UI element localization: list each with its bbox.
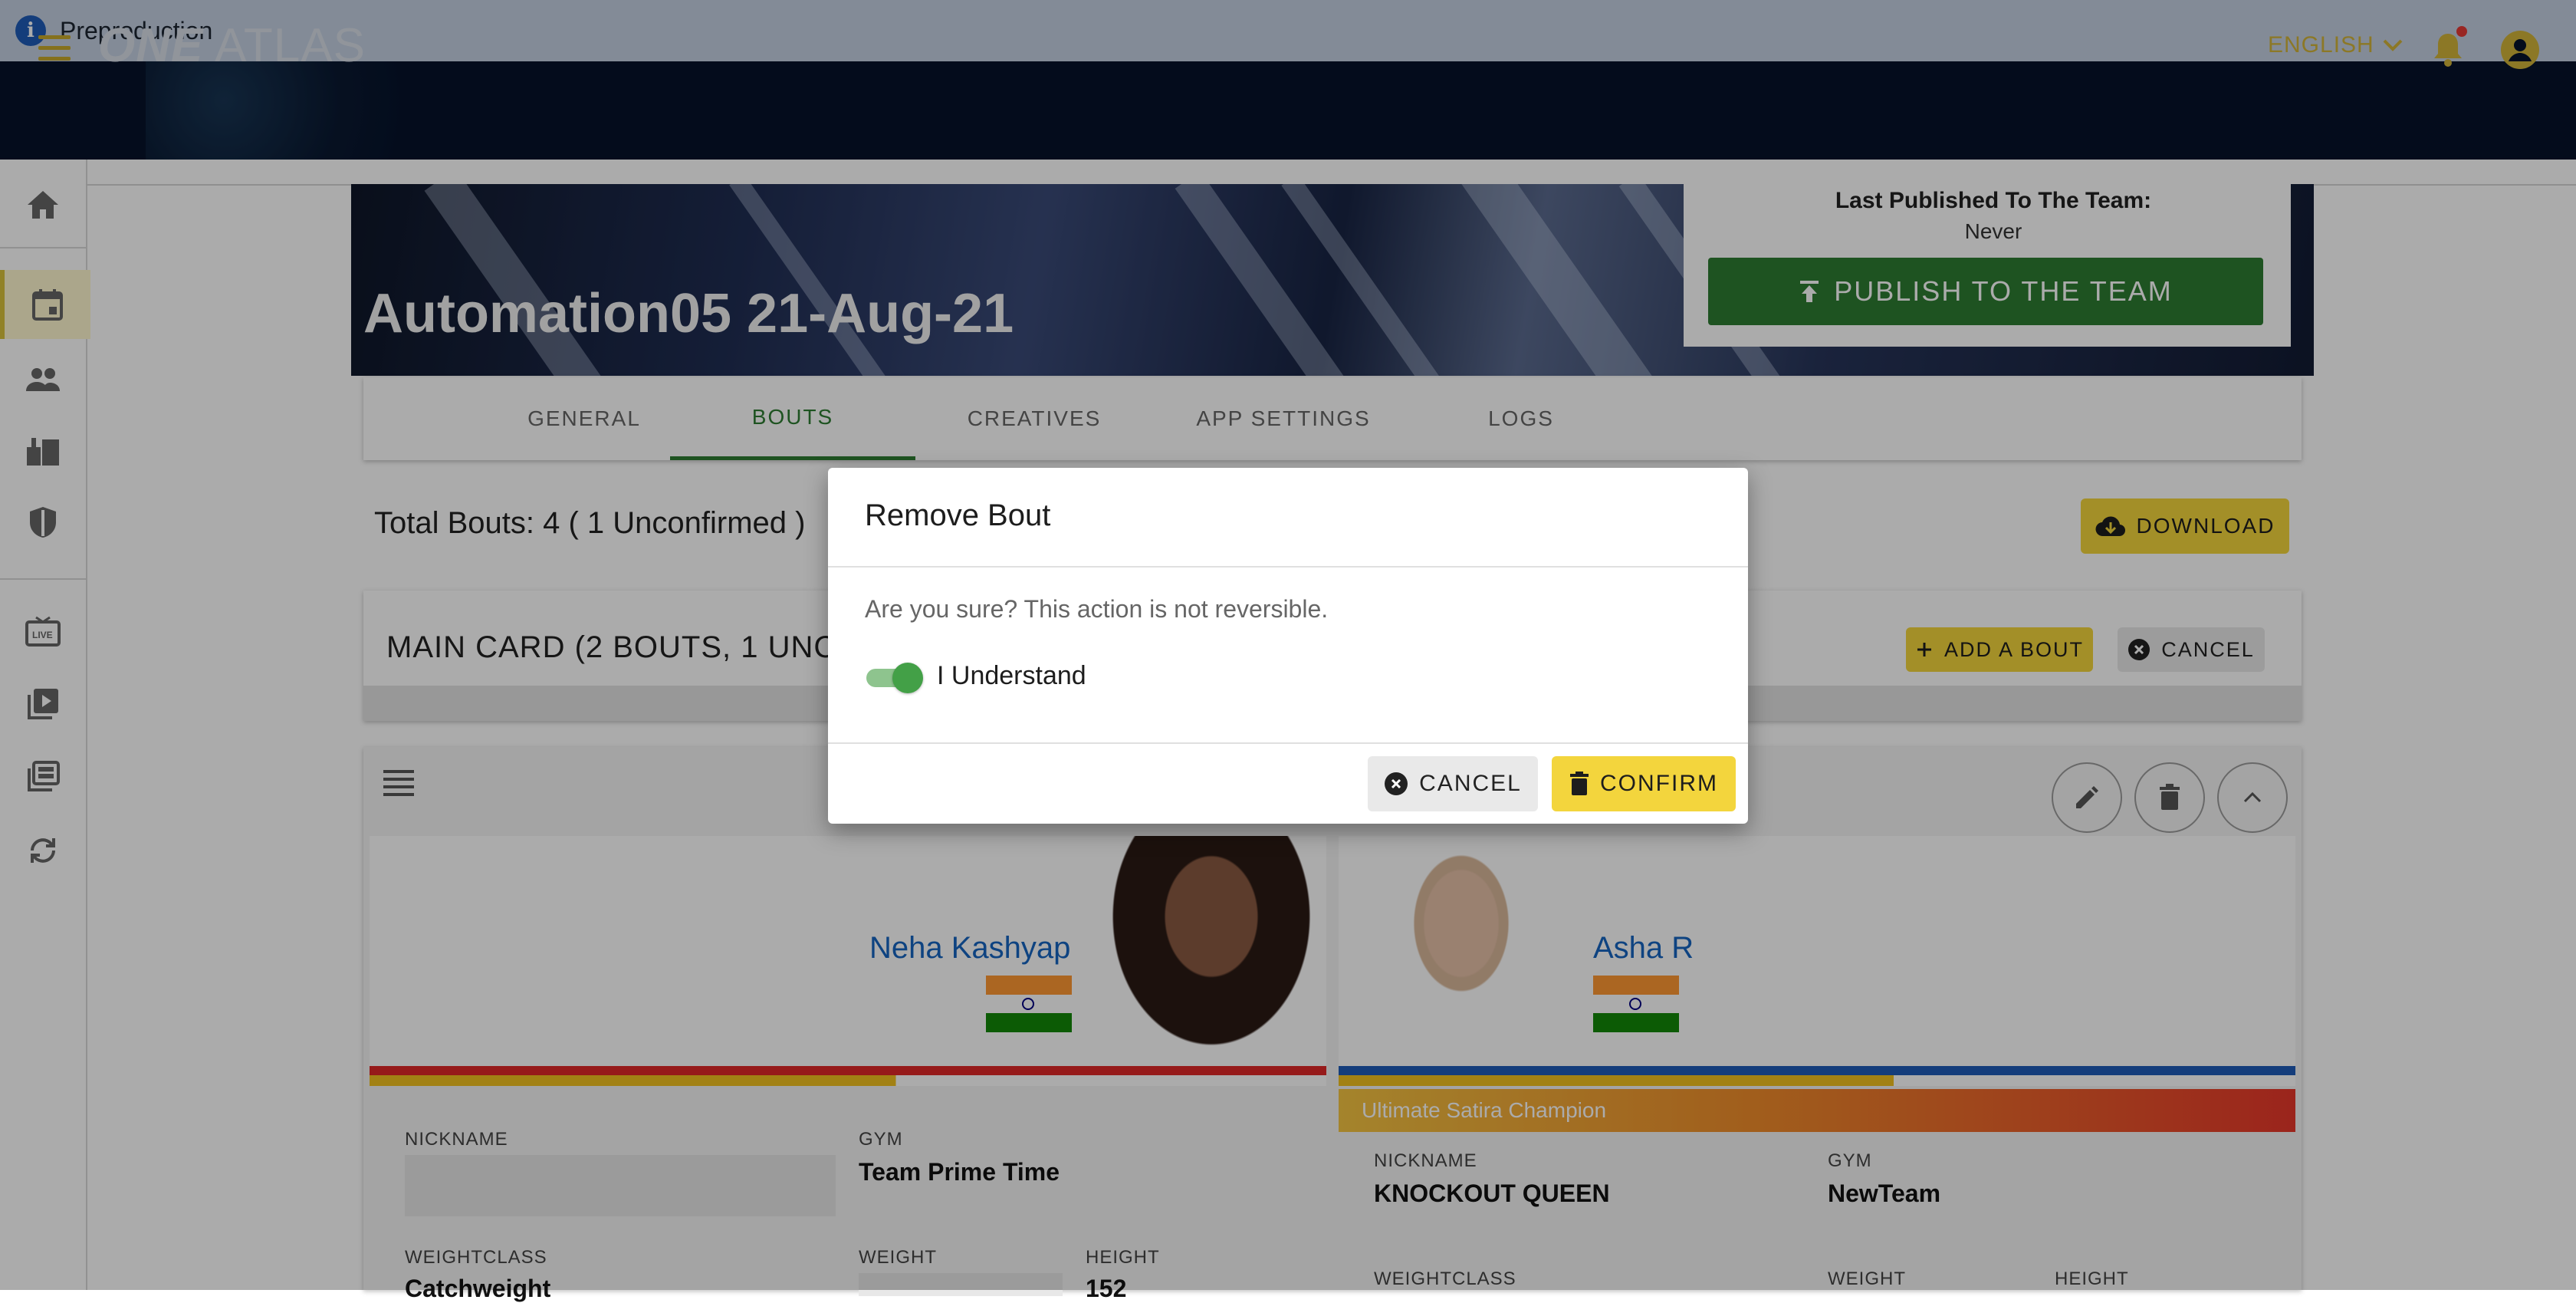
dialog-cancel-button[interactable]: CANCEL [1368,756,1538,811]
dialog-footer-divider [828,742,1748,744]
dialog-title: Remove Bout [865,498,1051,532]
dialog-cancel-label: CANCEL [1419,771,1522,796]
understand-toggle[interactable] [866,661,923,693]
dialog-header-divider [828,566,1748,568]
close-circle-icon [1385,772,1408,795]
trash-icon [1570,772,1589,795]
dialog-confirm-label: CONFIRM [1600,771,1718,796]
dialog-message: Are you sure? This action is not reversi… [865,595,1329,623]
understand-label[interactable]: I Understand [937,661,1086,691]
dialog-confirm-button[interactable]: CONFIRM [1552,756,1736,811]
toggle-knob [892,663,923,693]
